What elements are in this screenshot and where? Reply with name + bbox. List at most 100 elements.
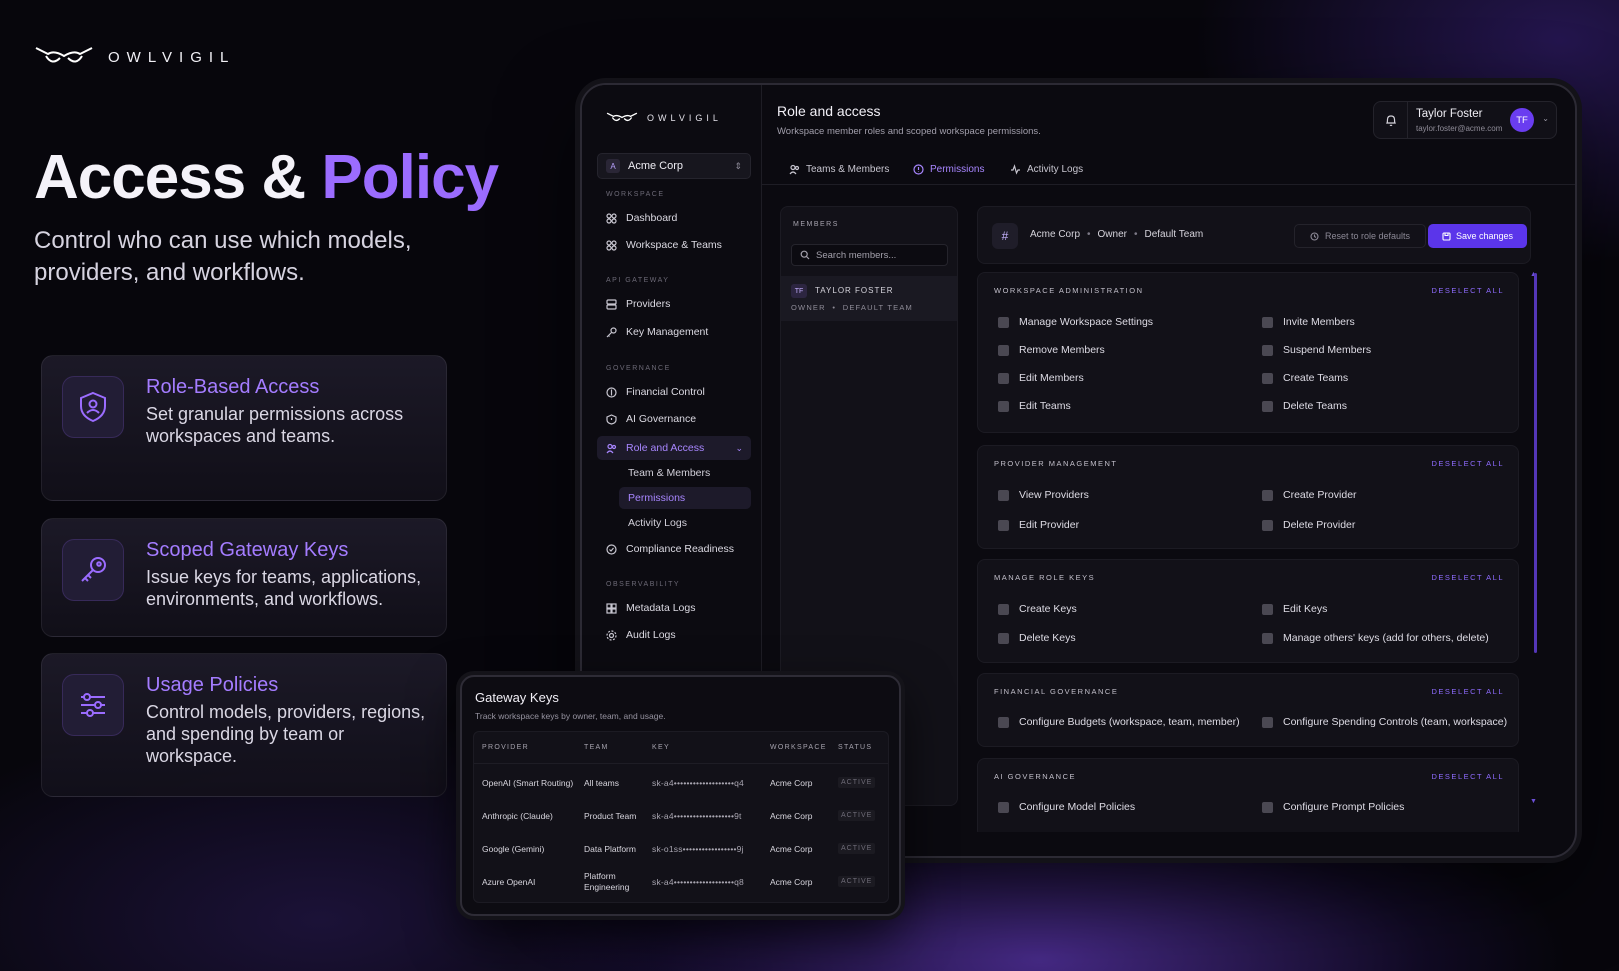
hero-subtitle: Control who can use which models, provid…: [34, 227, 412, 286]
sidebar-item-ai-governance[interactable]: AI Governance: [597, 407, 751, 431]
key-icon: [62, 539, 124, 601]
column-header: PROVIDER: [482, 744, 529, 751]
sidebar-item-financial-control[interactable]: Financial Control: [597, 380, 751, 404]
dollar-shield-icon: [606, 386, 617, 398]
sidebar-section-workspace: WORKSPACE: [606, 191, 665, 198]
permission-checkbox[interactable]: Create Keys: [998, 603, 1077, 615]
checkbox[interactable]: [998, 603, 1009, 615]
sidebar-subitem-permissions[interactable]: Permissions: [619, 487, 751, 509]
hash-icon: #: [992, 223, 1018, 249]
sidebar-subitem-team-members[interactable]: Team & Members: [619, 462, 751, 484]
permission-checkbox[interactable]: Configure Budgets (workspace, team, memb…: [998, 716, 1240, 728]
checkbox[interactable]: [1262, 400, 1273, 412]
checkbox[interactable]: [1262, 519, 1273, 531]
sidebar-subitem-activity-logs[interactable]: Activity Logs: [619, 512, 751, 534]
workspace-name: Acme Corp: [628, 160, 684, 172]
deselect-all-button[interactable]: DESELECT ALL: [1432, 687, 1504, 696]
feature-desc: Issue keys for teams, applications, envi…: [146, 567, 422, 609]
permission-checkbox[interactable]: Edit Keys: [1262, 603, 1327, 615]
checkbox[interactable]: [998, 344, 1009, 356]
save-changes-button[interactable]: Save changes: [1428, 224, 1527, 248]
sidebar-item-compliance[interactable]: Compliance Readiness: [597, 537, 751, 561]
permission-group-ai-governance: AI GOVERNANCE DESELECT ALL Configure Mod…: [977, 758, 1519, 832]
status-badge: ACTIVE: [838, 777, 876, 788]
checkbox[interactable]: [1262, 344, 1273, 356]
permission-checkbox[interactable]: Edit Provider: [998, 519, 1079, 531]
search-input[interactable]: [816, 249, 941, 261]
feature-title: Role-Based Access: [146, 376, 320, 398]
gateway-keys-table: PROVIDER TEAM KEY WORKSPACE STATUS OpenA…: [473, 731, 889, 903]
feature-title: Usage Policies: [146, 674, 279, 696]
checkbox[interactable]: [1262, 632, 1273, 644]
sidebar-item-metadata-logs[interactable]: Metadata Logs: [597, 596, 751, 620]
sidebar-item-providers[interactable]: Providers: [597, 292, 751, 316]
checkbox[interactable]: [998, 632, 1009, 644]
deselect-all-button[interactable]: DESELECT ALL: [1432, 573, 1504, 582]
sidebar-item-role-access[interactable]: Role and Access ⌄: [597, 436, 751, 460]
avatar[interactable]: TF: [1510, 108, 1534, 132]
checkbox[interactable]: [998, 316, 1009, 328]
scroll-down-icon[interactable]: ▼: [1530, 798, 1537, 805]
sidebar-item-workspace-teams[interactable]: Workspace & Teams: [597, 233, 751, 257]
checkbox[interactable]: [998, 801, 1009, 813]
workspace-selector[interactable]: A Acme Corp ⇕: [597, 153, 751, 179]
permission-checkbox[interactable]: View Providers: [998, 489, 1089, 501]
permission-checkbox[interactable]: Create Teams: [1262, 372, 1348, 384]
tab-activity-logs[interactable]: Activity Logs: [1010, 159, 1083, 179]
checkbox[interactable]: [998, 372, 1009, 384]
sliders-icon: [62, 674, 124, 736]
permission-checkbox[interactable]: Manage others' keys (add for others, del…: [1262, 632, 1489, 644]
deselect-all-button[interactable]: DESELECT ALL: [1432, 772, 1504, 781]
page-subtitle: Workspace member roles and scoped worksp…: [777, 126, 1041, 137]
checkbox[interactable]: [1262, 489, 1273, 501]
checkbox[interactable]: [998, 489, 1009, 501]
permission-checkbox[interactable]: Suspend Members: [1262, 344, 1371, 356]
checkbox[interactable]: [998, 400, 1009, 412]
permission-checkbox[interactable]: Configure Spending Controls (team, works…: [1262, 716, 1507, 728]
checkbox[interactable]: [998, 716, 1009, 728]
user-menu[interactable]: Taylor Foster taylor.foster@acme.com TF …: [1373, 101, 1557, 139]
deselect-all-button[interactable]: DESELECT ALL: [1432, 286, 1504, 295]
scrollbar[interactable]: [1534, 273, 1537, 653]
reset-defaults-button[interactable]: Reset to role defaults: [1294, 224, 1426, 248]
column-header: TEAM: [584, 744, 609, 751]
reset-icon: [1310, 231, 1319, 241]
permission-group-role-keys: MANAGE ROLE KEYS DESELECT ALL Create Key…: [977, 559, 1519, 663]
hero-title: Access & Policy: [34, 143, 499, 212]
checkbox[interactable]: [1262, 603, 1273, 615]
permission-checkbox[interactable]: Manage Workspace Settings: [998, 316, 1153, 328]
checkbox[interactable]: [1262, 801, 1273, 813]
member-row[interactable]: TF TAYLOR FOSTER OWNER • DEFAULT TEAM: [781, 276, 957, 321]
permission-checkbox[interactable]: Delete Provider: [1262, 519, 1355, 531]
permission-checkbox[interactable]: Configure Prompt Policies: [1262, 801, 1404, 813]
permission-group-financial-governance: FINANCIAL GOVERNANCE DESELECT ALL Config…: [977, 673, 1519, 747]
sidebar-item-dashboard[interactable]: Dashboard: [597, 206, 751, 230]
check-circle-icon: [606, 543, 617, 555]
sidebar-item-audit-logs[interactable]: Audit Logs: [597, 623, 751, 647]
member-search[interactable]: [791, 244, 948, 266]
grid-icon: [606, 602, 617, 614]
permission-checkbox[interactable]: Configure Model Policies: [998, 801, 1135, 813]
permission-checkbox[interactable]: Edit Teams: [998, 400, 1071, 412]
checkbox[interactable]: [998, 519, 1009, 531]
permission-checkbox[interactable]: Invite Members: [1262, 316, 1355, 328]
permission-checkbox[interactable]: Create Provider: [1262, 489, 1357, 501]
column-header: STATUS: [838, 744, 873, 751]
permission-checkbox[interactable]: Delete Keys: [998, 632, 1076, 644]
checkbox[interactable]: [1262, 716, 1273, 728]
tab-teams-members[interactable]: Teams & Members: [789, 159, 889, 179]
notification-bell-button[interactable]: [1374, 102, 1408, 138]
permission-checkbox[interactable]: Delete Teams: [1262, 400, 1347, 412]
checkbox[interactable]: [1262, 372, 1273, 384]
chevron-down-icon: ⌄: [1542, 114, 1549, 123]
permission-checkbox[interactable]: Remove Members: [998, 344, 1105, 356]
chevron-down-icon: ⌄: [735, 442, 743, 453]
workspace-badge: A: [606, 159, 620, 173]
checkbox[interactable]: [1262, 316, 1273, 328]
tab-permissions[interactable]: Permissions: [913, 159, 984, 179]
sidebar-item-key-management[interactable]: Key Management: [597, 320, 751, 344]
permission-checkbox[interactable]: Edit Members: [998, 372, 1084, 384]
deselect-all-button[interactable]: DESELECT ALL: [1432, 459, 1504, 468]
gateway-keys-panel: Gateway Keys Track workspace keys by own…: [460, 675, 901, 916]
feature-desc: Set granular permissions across workspac…: [146, 404, 404, 446]
